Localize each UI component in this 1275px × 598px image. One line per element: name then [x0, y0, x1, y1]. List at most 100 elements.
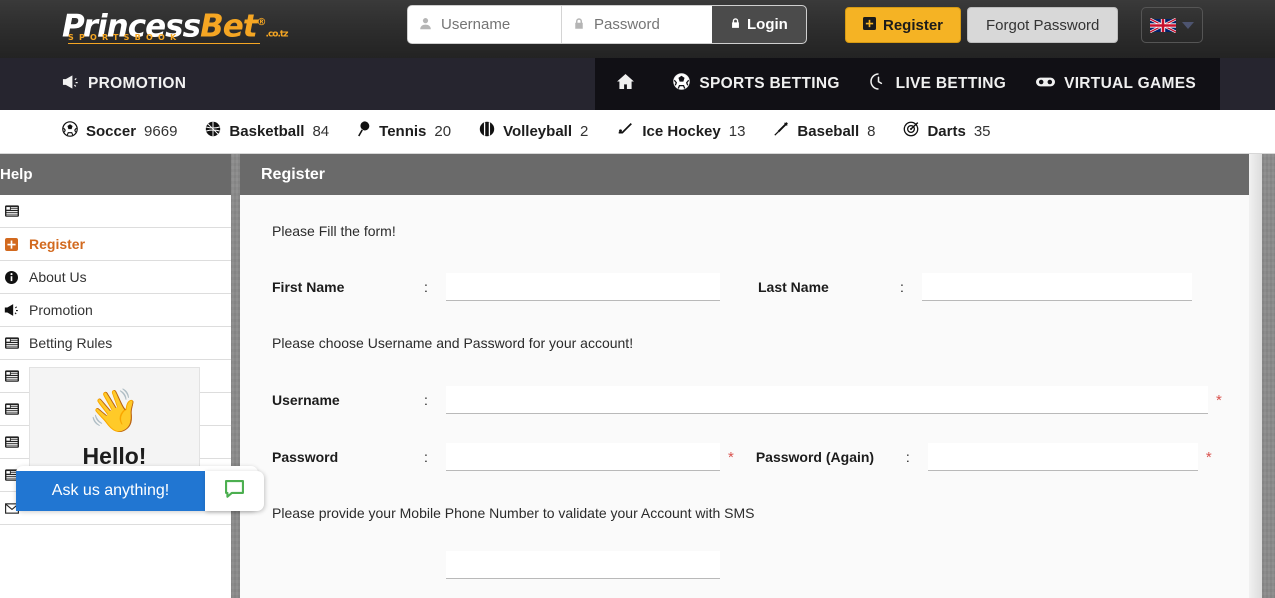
sport-link-volleyball[interactable]: Volleyball 2	[479, 121, 588, 142]
sport-name-tennis: Tennis	[379, 123, 427, 140]
app-root: PrincessBet®.co.tz SPORTSBOOK Username L…	[0, 0, 1275, 598]
clock-icon	[870, 73, 887, 95]
register-panel: Register Please Fill the form! First Nam…	[240, 154, 1262, 598]
bullhorn-icon	[62, 74, 79, 94]
sidebar-item-about-us-label: About Us	[29, 269, 87, 285]
sport-link-darts[interactable]: Darts 35	[903, 121, 991, 142]
username-colon: :	[424, 392, 428, 408]
site-logo[interactable]: PrincessBet®.co.tz SPORTSBOOK	[62, 7, 332, 51]
login-button[interactable]: Login	[712, 6, 806, 43]
nav-right-group: SPORTS BETTING LIVE BETTING VIRTUAL GAME…	[595, 58, 1220, 110]
dartboard-icon	[903, 121, 919, 142]
sidebar-item-register-label: Register	[29, 236, 86, 252]
phone-row	[240, 551, 1262, 579]
sport-count-soccer: 9669	[144, 123, 178, 140]
sport-count-tennis: 20	[434, 123, 452, 140]
nav-sports-betting[interactable]: SPORTS BETTING	[673, 73, 839, 95]
sidebar-item-betting-rules[interactable]: Betting Rules	[0, 327, 231, 360]
register-password-again-input[interactable]	[927, 443, 1198, 471]
panel-body: Please Fill the form! First Name : Last …	[240, 195, 1262, 598]
last-name-input[interactable]	[922, 273, 1192, 301]
nav-promotion[interactable]: PROMOTION	[62, 74, 186, 94]
chat-cta-label: Ask us anything!	[51, 482, 170, 499]
login-button-label: Login	[747, 16, 788, 33]
panel-header: Register	[240, 154, 1262, 195]
chat-cta-button[interactable]: Ask us anything!	[16, 471, 205, 511]
list-alt-icon	[2, 337, 21, 349]
nav-virtual-games[interactable]: VIRTUAL GAMES	[1036, 75, 1196, 93]
logo-tagline: SPORTSBOOK	[68, 33, 260, 44]
register-button[interactable]: Register	[845, 7, 962, 43]
forgot-password-label: Forgot Password	[986, 16, 1100, 34]
password-again-label: Password (Again)	[755, 449, 875, 465]
sidebar-item-about-us[interactable]: About Us	[0, 261, 231, 294]
forgot-password-button[interactable]: Forgot Password	[967, 7, 1119, 43]
first-name-label: First Name	[272, 279, 345, 295]
username-required-mark: *	[1216, 391, 1222, 409]
lock-icon-login	[730, 16, 741, 33]
nav-home[interactable]	[617, 74, 643, 94]
sport-count-baseball: 8	[867, 123, 876, 140]
sidebar-item-promotion-label: Promotion	[29, 302, 93, 318]
sport-name-soccer: Soccer	[86, 123, 137, 140]
password-label: Password	[272, 449, 339, 465]
username-label: Username	[272, 392, 340, 408]
sport-link-tennis[interactable]: Tennis 20	[357, 121, 451, 142]
password-again-colon: :	[905, 449, 910, 465]
sport-name-basketball: Basketball	[229, 123, 305, 140]
home-icon	[617, 74, 635, 94]
sport-name-darts: Darts	[927, 123, 966, 140]
page-body: Help Register About Us Promotion Betting…	[0, 154, 1275, 598]
last-name-label: Last Name	[758, 279, 829, 295]
list-alt-icon	[2, 436, 21, 448]
language-selector[interactable]	[1141, 7, 1203, 43]
sport-link-baseball[interactable]: Baseball 8	[773, 121, 875, 142]
sport-link-soccer[interactable]: Soccer 9669	[62, 121, 177, 142]
uk-flag-icon	[1150, 17, 1176, 33]
sport-name-baseball: Baseball	[797, 123, 860, 140]
chat-launcher-button[interactable]	[205, 471, 264, 511]
sidebar-item-betting-rules-label: Betting Rules	[29, 335, 113, 351]
bullhorn-icon	[2, 304, 21, 316]
form-intro-text: Please Fill the form!	[272, 223, 396, 239]
content-scrollbar[interactable]	[1249, 154, 1262, 598]
phone-input[interactable]	[446, 551, 720, 579]
list-alt-icon	[2, 205, 21, 217]
register-button-label: Register	[883, 16, 944, 34]
credentials-section-text: Please choose Username and Password for …	[272, 335, 634, 351]
chevron-down-icon	[1182, 21, 1194, 29]
sport-count-darts: 35	[973, 123, 991, 140]
sport-name-volleyball: Volleyball	[503, 123, 572, 140]
basketball-icon	[205, 121, 221, 142]
chat-bubble-icon	[223, 477, 246, 505]
login-box: Login	[408, 6, 806, 43]
sport-name-ice-hockey: Ice Hockey	[642, 123, 721, 140]
username-field-wrap	[408, 6, 561, 43]
register-username-input[interactable]	[446, 386, 1208, 414]
nav-live-betting-label: LIVE BETTING	[895, 75, 1007, 92]
tennis-racquet-icon	[357, 121, 371, 142]
password-colon: :	[424, 449, 428, 465]
sport-link-basketball[interactable]: Basketball 84	[205, 121, 329, 142]
password-row: Password : * Password (Again) : *	[240, 443, 1262, 471]
waving-hand-icon: 👋	[88, 386, 141, 434]
sport-link-ice-hockey[interactable]: Ice Hockey 13	[616, 122, 745, 141]
nav-sports-betting-label: SPORTS BETTING	[699, 75, 840, 92]
nav-live-betting[interactable]: LIVE BETTING	[870, 73, 1006, 95]
password-input[interactable]	[592, 7, 712, 42]
sidebar-item-register[interactable]: Register	[0, 228, 231, 261]
gamepad-icon	[1036, 75, 1056, 93]
sidebar-item-0[interactable]	[0, 195, 231, 228]
baseball-bat-icon	[773, 121, 789, 142]
last-name-colon: :	[900, 279, 904, 295]
first-name-input[interactable]	[446, 273, 720, 301]
top-header: PrincessBet®.co.tz SPORTSBOOK Username L…	[0, 0, 1275, 58]
main-navbar: PROMOTION SPORTS BETTING LIVE BETTING VI…	[0, 58, 1275, 110]
soccer-ball-icon	[62, 121, 78, 142]
sidebar-item-promotion[interactable]: Promotion	[0, 294, 231, 327]
phone-section-text: Please provide your Mobile Phone Number …	[272, 505, 755, 521]
username-input[interactable]	[439, 7, 561, 42]
register-password-input[interactable]	[446, 443, 720, 471]
logo-domain-text: .co.tz	[265, 29, 289, 40]
sidebar-title-label: Help	[0, 166, 33, 183]
